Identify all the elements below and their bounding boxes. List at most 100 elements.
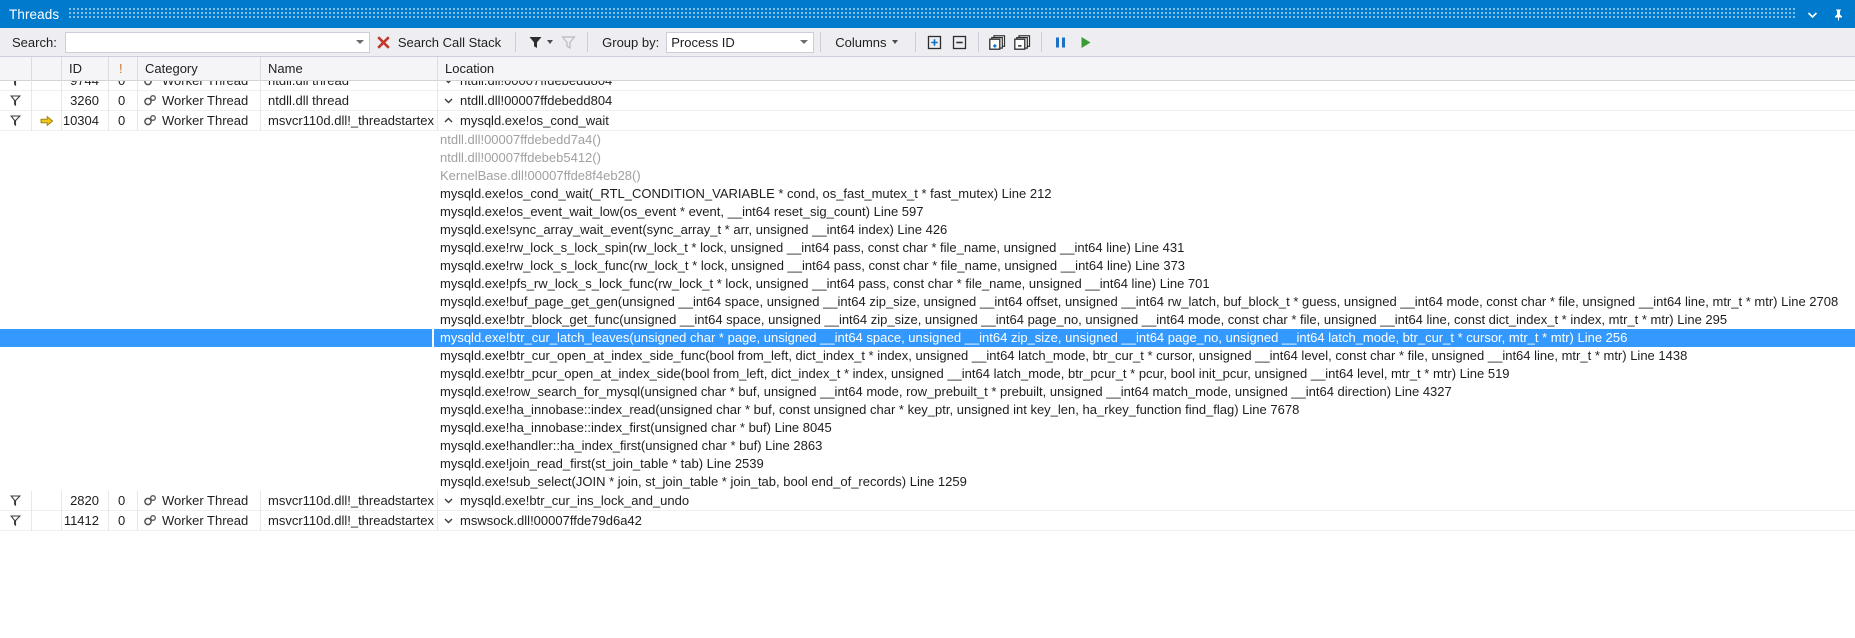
chevron-down-icon[interactable] [1804, 6, 1820, 22]
thread-location[interactable]: ntdll.dll!00007ffdebedd804 [438, 91, 1855, 111]
call-stack-frame[interactable]: mysqld.exe!ha_innobase::index_read(unsig… [0, 401, 1855, 419]
call-stack-frame[interactable]: mysqld.exe!rw_lock_s_lock_func(rw_lock_t… [0, 257, 1855, 275]
window-title: Threads [9, 6, 60, 22]
call-stack-frame[interactable]: KernelBase.dll!00007ffde8f4eb28() [0, 167, 1855, 185]
thread-location-label: mswsock.dll!00007ffde79d6a42 [460, 512, 642, 528]
toolbar-separator [914, 32, 916, 52]
thread-suspend-count: 0 [109, 490, 138, 511]
thread-category: Worker Thread [138, 510, 261, 531]
toolbar-separator [820, 32, 822, 52]
search-call-stack-button[interactable]: Search Call Stack [370, 31, 509, 54]
toolbar-separator [515, 32, 517, 52]
call-stack-frame[interactable]: mysqld.exe!pfs_rw_lock_s_lock_func(rw_lo… [0, 275, 1855, 293]
call-stack-frame[interactable]: mysqld.exe!btr_pcur_open_at_index_side(b… [0, 365, 1855, 383]
search-input[interactable] [65, 32, 369, 52]
thread-category: Worker Thread [138, 490, 261, 511]
table-row[interactable]: 11412 0 Worker Thread msvcr110d.dll!_thr… [0, 510, 1855, 531]
group-by-combobox[interactable] [666, 31, 815, 53]
column-header-name[interactable]: Name [261, 56, 438, 81]
collapse-selected-button[interactable] [947, 31, 972, 54]
column-header-flag[interactable] [0, 56, 32, 81]
columns-button[interactable]: Columns [827, 31, 908, 53]
pin-icon[interactable] [1830, 6, 1846, 22]
call-stack-frame-selected[interactable]: mysqld.exe!btr_cur_latch_leaves(unsigned… [0, 329, 1855, 347]
toolbar-separator [977, 32, 979, 52]
call-stack-frame[interactable]: mysqld.exe!btr_block_get_func(unsigned _… [0, 311, 1855, 329]
call-stack-frame[interactable]: mysqld.exe!os_event_wait_low(os_event * … [0, 203, 1855, 221]
column-header-id[interactable]: ID [62, 56, 109, 81]
call-stack-frame[interactable]: ntdll.dll!00007ffdebeb5412() [0, 149, 1855, 167]
table-row[interactable]: 10304 0 Worker Thread msvcr110d.dll!_thr… [0, 110, 1855, 131]
thread-name: msvcr110d.dll!_threadstartex [261, 510, 438, 531]
flag-icon[interactable] [0, 510, 32, 531]
flag-icon[interactable] [0, 110, 32, 131]
call-stack-frame[interactable]: mysqld.exe!handler::ha_index_first(unsig… [0, 437, 1855, 455]
thaw-threads-button[interactable] [1073, 31, 1098, 54]
call-stack-frame[interactable]: mysqld.exe!row_search_for_mysql(unsigned… [0, 383, 1855, 401]
call-stack-frame[interactable]: mysqld.exe!buf_page_get_gen(unsigned __i… [0, 293, 1855, 311]
chevron-down-icon [444, 498, 453, 504]
titlebar-drag-grip[interactable] [69, 8, 1796, 20]
search-label: Search: [12, 34, 57, 50]
table-row[interactable]: 3260 0 Worker Thread ntdll.dll thread nt… [0, 90, 1855, 111]
chevron-down-icon[interactable] [891, 40, 898, 44]
thread-location[interactable]: mysqld.exe!os_cond_wait [438, 111, 1855, 131]
red-x-icon[interactable] [376, 35, 391, 50]
titlebar-buttons [1804, 6, 1855, 22]
toolbar-icon-buttons [922, 31, 1098, 54]
expand-selected-button[interactable] [922, 31, 947, 54]
thread-location[interactable]: ntdll.dll!00007ffdebedd804 [438, 81, 1855, 91]
freeze-threads-button[interactable] [1048, 31, 1073, 54]
funnel-icon[interactable] [526, 33, 544, 51]
threads-grid-body[interactable]: 9744 0 Worker Thread ntdll.dll thread nt… [0, 81, 1855, 638]
current-thread-marker [32, 110, 62, 131]
chevron-down-icon [444, 98, 453, 104]
collapse-all-button[interactable] [1010, 31, 1035, 54]
columns-label: Columns [835, 34, 887, 50]
current-thread-marker [32, 90, 62, 111]
thread-name: ntdll.dll thread [261, 81, 438, 91]
column-header-location[interactable]: Location [438, 57, 1855, 81]
table-row[interactable]: 2820 0 Worker Thread msvcr110d.dll!_thre… [0, 490, 1855, 511]
flag-icon[interactable] [0, 81, 32, 91]
call-stack-frame[interactable]: mysqld.exe!ha_innobase::index_first(unsi… [0, 419, 1855, 437]
column-header-suspend[interactable]: ! [109, 56, 138, 81]
thread-id: 11412 [62, 510, 109, 531]
thread-suspend-count: 0 [109, 90, 138, 111]
thread-location-label: ntdll.dll!00007ffdebedd804 [460, 92, 613, 108]
call-stack-frame[interactable]: mysqld.exe!sub_select(JOIN * join, st_jo… [0, 473, 1855, 491]
call-stack-frame[interactable]: ntdll.dll!00007ffdebedd7a4() [0, 131, 1855, 149]
call-stack-frame[interactable]: mysqld.exe!btr_cur_open_at_index_side_fu… [0, 347, 1855, 365]
expand-all-button[interactable] [985, 31, 1010, 54]
call-stack-frame[interactable]: mysqld.exe!sync_array_wait_event(sync_ar… [0, 221, 1855, 239]
thread-category: Worker Thread [138, 90, 261, 111]
table-row[interactable]: 9744 0 Worker Thread ntdll.dll thread nt… [0, 81, 1855, 91]
thread-category-label: Worker Thread [162, 492, 249, 508]
thread-category: Worker Thread [138, 81, 261, 91]
group-by-value[interactable] [667, 32, 814, 52]
column-header-category[interactable]: Category [138, 56, 261, 81]
chevron-down-icon[interactable] [355, 40, 364, 44]
chevron-down-icon[interactable] [547, 40, 554, 44]
thread-suspend-count: 0 [109, 81, 138, 91]
thread-suspend-count: 0 [109, 510, 138, 531]
thread-location[interactable]: mswsock.dll!00007ffde79d6a42 [438, 511, 1855, 531]
search-combobox[interactable] [64, 31, 370, 53]
column-header-current[interactable] [32, 56, 62, 81]
thread-category-label: Worker Thread [162, 81, 248, 91]
search-call-stack-label: Search Call Stack [397, 34, 502, 50]
thread-category: Worker Thread [138, 110, 261, 131]
thread-location[interactable]: mysqld.exe!btr_cur_ins_lock_and_undo [438, 491, 1855, 511]
call-stack-frame[interactable]: mysqld.exe!join_read_first(st_join_table… [0, 455, 1855, 473]
thread-suspend-count: 0 [109, 110, 138, 131]
thread-location-label: mysqld.exe!os_cond_wait [460, 112, 609, 128]
funnel-clear-icon[interactable] [559, 33, 577, 51]
flag-icon[interactable] [0, 490, 32, 511]
thread-category-label: Worker Thread [162, 112, 249, 128]
flag-icon[interactable] [0, 90, 32, 111]
current-thread-marker [32, 81, 62, 91]
call-stack-frame[interactable]: mysqld.exe!os_cond_wait(_RTL_CONDITION_V… [0, 185, 1855, 203]
chevron-up-icon [444, 117, 453, 123]
chevron-down-icon[interactable] [800, 40, 809, 44]
call-stack-frame[interactable]: mysqld.exe!rw_lock_s_lock_spin(rw_lock_t… [0, 239, 1855, 257]
